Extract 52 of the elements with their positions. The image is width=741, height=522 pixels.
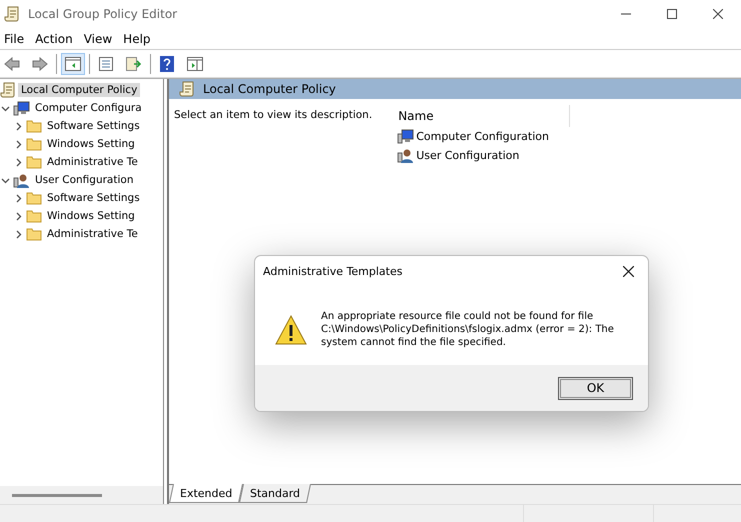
scroll-icon [4, 6, 20, 22]
chevron-down-icon [1, 104, 10, 112]
tree-item[interactable]: Computer Configura [32, 101, 145, 115]
tree-item[interactable]: Software Settings [44, 191, 143, 205]
tree-item[interactable]: Administrative Te [44, 227, 141, 241]
list-icon [98, 56, 114, 70]
tree-item[interactable]: Windows Setting [44, 209, 138, 223]
computer-icon [397, 129, 414, 144]
description-text: Select an item to view its description. [174, 109, 372, 121]
help-icon [160, 56, 174, 72]
tree-item[interactable]: User Configuration [32, 173, 136, 187]
export-icon [126, 56, 142, 70]
tree-item[interactable]: Software Settings [44, 119, 143, 133]
scroll-icon [179, 81, 195, 97]
user-icon [13, 172, 30, 188]
back-arrow-icon [4, 56, 20, 70]
maximize-icon [667, 9, 677, 19]
window-title: Local Group Policy Editor [28, 7, 178, 21]
user-icon [397, 148, 414, 163]
folder-icon [26, 209, 42, 223]
column-header[interactable]: Name [384, 105, 570, 127]
error-message: An appropriate resource file could not be found for file C:\Windows\PolicyDefinitions\fslogix.admx (error = 2): The system cannot find the file specified. [321, 310, 615, 350]
scroll-icon [0, 82, 16, 98]
dialog-title: Administrative Templates [263, 264, 402, 278]
forward-arrow-icon [32, 56, 48, 70]
chevron-down-icon [1, 176, 10, 184]
computer-icon [13, 100, 30, 116]
warning-icon [275, 314, 307, 346]
tree-item[interactable]: Administrative Te [44, 155, 141, 169]
view-tab[interactable]: Extended [168, 484, 244, 503]
pane-icon [65, 56, 81, 70]
pane-title: Local Computer Policy [203, 82, 336, 96]
menu-item[interactable]: Help [119, 32, 158, 46]
tree-item[interactable]: Windows Setting [44, 137, 138, 151]
menu-item[interactable]: View [80, 32, 120, 46]
close-icon [713, 9, 723, 19]
menu-item[interactable]: File [0, 32, 32, 46]
folder-icon [26, 155, 42, 169]
view-tab[interactable]: Standard [239, 484, 312, 503]
pane-icon [187, 56, 203, 70]
menu-item[interactable]: Action [31, 32, 80, 46]
folder-icon [26, 137, 42, 151]
list-item[interactable]: Computer Configuration [416, 130, 549, 143]
list-item[interactable]: User Configuration [416, 149, 520, 162]
folder-icon [26, 119, 42, 133]
close-icon [622, 266, 634, 276]
tree-item[interactable]: Local Computer Policy [18, 83, 140, 97]
console-tree-button[interactable] [61, 52, 85, 74]
ok-button[interactable]: OK [558, 376, 633, 400]
scrollbar-thumb[interactable] [12, 494, 102, 496]
folder-icon [26, 191, 42, 205]
folder-icon [26, 227, 42, 241]
